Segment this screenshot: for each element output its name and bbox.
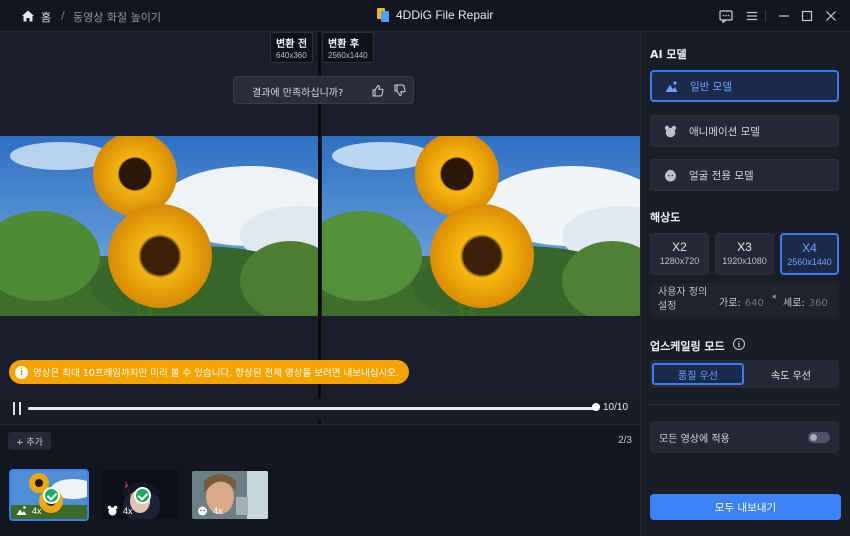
checked-icon <box>134 487 151 504</box>
after-tag: 변환 후 2560x1440 <box>322 32 374 63</box>
notice-text: 영상은 최대 10프레임까지만 미리 볼 수 있습니다. 향상된 전체 영상을 … <box>33 368 399 379</box>
app-brand: 4DDiG File Repair <box>376 7 493 23</box>
face-icon <box>665 169 676 181</box>
video-thumbnail-1[interactable]: 4x <box>9 469 89 521</box>
times-sign: * <box>772 294 777 304</box>
sunflower-image-after <box>322 136 640 316</box>
settings-panel: AI 모델 일반 모델 애니메이션 모델 얼굴 전용 모델 해상도 X2 128… <box>640 32 850 536</box>
home-link[interactable]: 홈 <box>41 9 51 25</box>
add-video-button[interactable]: + 추가 <box>8 432 51 450</box>
model-general-label: 일반 모델 <box>690 80 732 93</box>
bear-icon <box>664 125 677 137</box>
landscape-icon <box>665 80 678 92</box>
thumbnail-scale: 4x <box>213 506 223 516</box>
apply-all-row: 모든 영상에 적용 <box>650 421 839 453</box>
before-tag: 변환 전 640x360 <box>270 32 314 63</box>
sunflower-image-before <box>0 136 318 316</box>
custom-resolution: 사용자 정의 설정 가로: 640 * 세로: 360 <box>650 283 839 317</box>
info-icon[interactable]: i <box>733 338 745 350</box>
selected-count: 2/3 <box>618 435 632 446</box>
model-face-label: 얼굴 전용 모델 <box>689 169 754 182</box>
model-anime-button[interactable]: 애니메이션 모델 <box>650 115 839 147</box>
thumbnail-scale: 4x <box>123 506 133 516</box>
model-face-button[interactable]: 얼굴 전용 모델 <box>650 159 839 191</box>
after-resolution: 2560x1440 <box>328 51 368 60</box>
home-icon[interactable] <box>21 9 35 23</box>
speed-priority-option[interactable]: 속도 우선 <box>745 363 837 385</box>
after-label: 변환 후 <box>328 39 360 50</box>
preview-limit-notice: i 영상은 최대 10프레임까지만 미리 볼 수 있습니다. 향상된 전체 영상… <box>9 360 409 384</box>
video-strip: + 추가 2/3 4x 4x 4x <box>0 424 640 536</box>
export-all-button[interactable]: 모두 내보내기 <box>650 494 841 520</box>
custom-width-value: 640 <box>744 298 764 309</box>
progress-knob[interactable] <box>592 403 600 411</box>
preview-after <box>322 136 640 316</box>
resolution-x2-label: X2 <box>672 240 687 254</box>
preview-before <box>0 136 318 316</box>
progress-fill <box>28 407 596 410</box>
resolution-x2-size: 1280x720 <box>659 256 700 266</box>
custom-height-field[interactable]: 세로: 360 <box>783 294 828 309</box>
close-icon[interactable] <box>824 9 838 23</box>
apply-all-toggle[interactable] <box>808 432 830 443</box>
minimize-icon[interactable] <box>777 9 791 23</box>
video-thumbnail-3[interactable]: 4x <box>190 469 270 521</box>
thumbs-up-icon[interactable] <box>371 84 384 97</box>
resolution-x3-size: 1920x1080 <box>722 256 767 266</box>
bear-icon <box>107 505 118 516</box>
thumbnail-scale: 4x <box>32 506 42 516</box>
playback-bar: 10/10 <box>0 398 640 420</box>
quality-priority-option[interactable]: 품질 우선 <box>652 363 744 385</box>
pause-icon[interactable] <box>13 402 22 415</box>
resolution-x3-label: X3 <box>737 240 752 254</box>
progress-track[interactable] <box>28 407 596 410</box>
title-bar: 홈 / 동영상 화질 높이기 4DDiG File Repair <box>0 0 850 32</box>
face-icon <box>198 506 207 516</box>
resolution-x4-button[interactable]: X4 2560x1440 <box>780 233 839 275</box>
ai-model-title: AI 모델 <box>650 48 687 61</box>
thumbs-down-icon[interactable] <box>393 84 406 97</box>
checked-icon <box>43 487 60 504</box>
custom-height-label: 세로: <box>783 298 805 309</box>
custom-width-label: 가로: <box>719 298 741 309</box>
custom-width-field[interactable]: 가로: 640 <box>719 294 764 309</box>
titlebar-divider <box>765 10 766 22</box>
feedback-box: 결과에 만족하십니까? <box>233 76 414 104</box>
model-general-button[interactable]: 일반 모델 <box>650 70 839 102</box>
menu-icon[interactable] <box>745 9 759 23</box>
upscale-mode-title: 업스케일링 모드 <box>650 340 725 353</box>
breadcrumb: 동영상 화질 높이기 <box>73 11 161 24</box>
resolution-x4-size: 2560x1440 <box>787 257 832 267</box>
feedback-chat-icon[interactable] <box>719 9 733 23</box>
frame-counter: 10/10 <box>603 402 629 413</box>
preview-area: 변환 전 640x360 변환 후 2560x1440 결과에 만족하십니까? … <box>0 32 640 424</box>
custom-resolution-label: 사용자 정의 설정 <box>658 287 708 312</box>
info-icon: i <box>15 365 28 379</box>
breadcrumb-separator: / <box>61 9 65 22</box>
upscale-mode-segment: 품질 우선 속도 우선 <box>650 360 839 388</box>
app-title: 4DDiG File Repair <box>396 8 494 22</box>
feedback-question: 결과에 만족하십니까? <box>252 88 344 99</box>
resolution-title: 해상도 <box>650 211 681 224</box>
panel-divider <box>650 404 839 405</box>
apply-all-label: 모든 영상에 적용 <box>659 433 730 445</box>
before-resolution: 640x360 <box>276 51 307 60</box>
custom-height-value: 360 <box>808 298 828 309</box>
app-logo-icon <box>377 8 389 22</box>
before-label: 변환 전 <box>276 39 308 50</box>
model-anime-label: 애니메이션 모델 <box>689 125 760 138</box>
video-thumbnail-2[interactable]: 4x <box>100 469 180 521</box>
resolution-x2-button[interactable]: X2 1280x720 <box>650 233 709 275</box>
resolution-x4-label: X4 <box>802 241 817 255</box>
landscape-icon <box>16 506 27 515</box>
resolution-x3-button[interactable]: X3 1920x1080 <box>715 233 774 275</box>
maximize-icon[interactable] <box>800 9 814 23</box>
